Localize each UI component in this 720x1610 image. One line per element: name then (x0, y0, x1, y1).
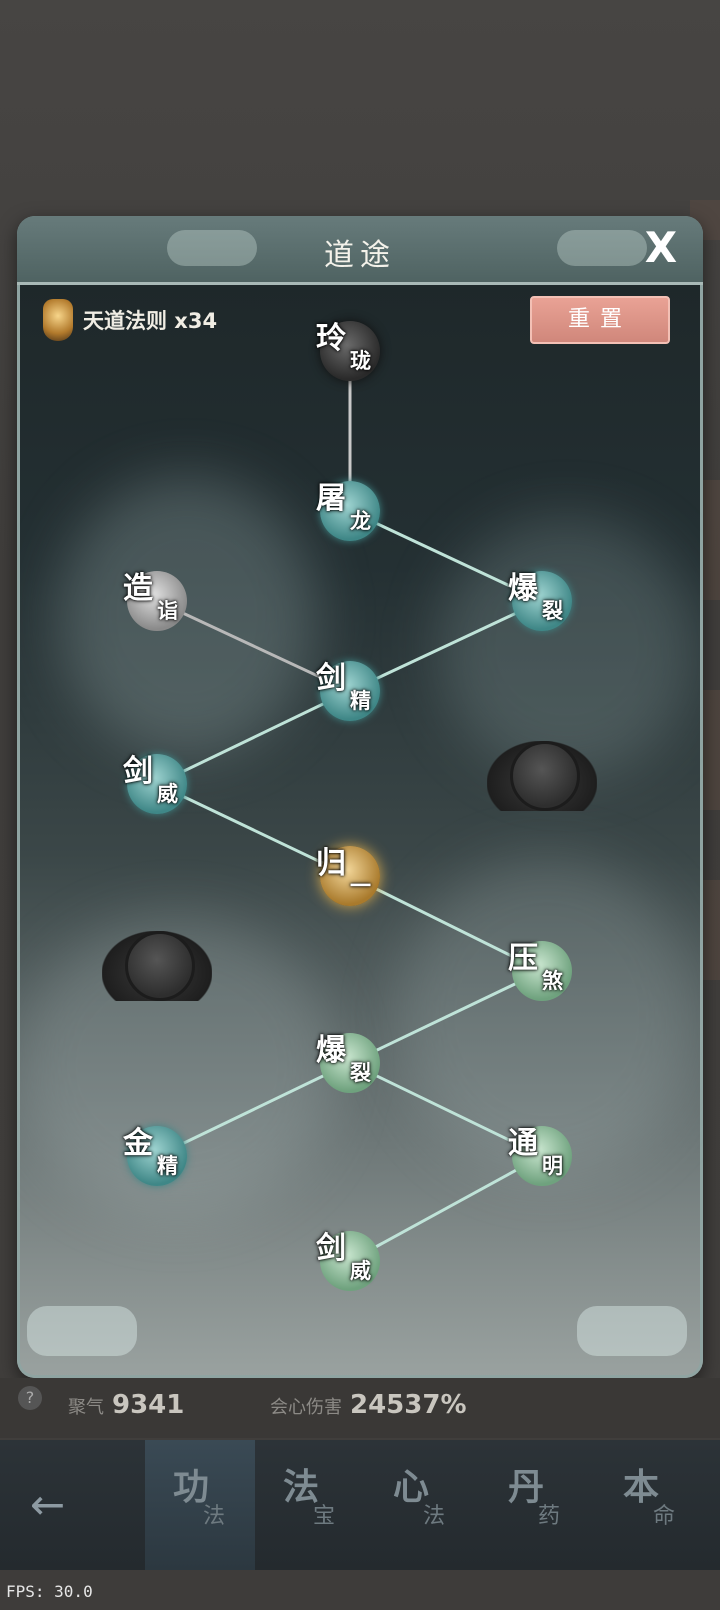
node-char: 裂 (350, 1060, 371, 1085)
stats-bar: ? 聚气 9341 会心伤害 24537% (0, 1378, 720, 1438)
tree-link (349, 969, 543, 1065)
node-char: 归 (316, 846, 346, 881)
crit-label: 会心伤害 (270, 1397, 342, 1418)
node-char: 爆 (316, 1033, 346, 1068)
skill-node-jianwei[interactable]: 剑 威 (123, 754, 187, 814)
locked-orb (510, 741, 580, 811)
node-char: 明 (542, 1153, 563, 1178)
node-char: 压 (508, 941, 538, 976)
node-char: 剑 (123, 754, 153, 789)
tab-danyao[interactable]: 丹 药 (480, 1440, 590, 1570)
skill-node-baolie-2[interactable]: 爆 裂 (316, 1033, 380, 1093)
tree-link (156, 1061, 351, 1158)
node-char: 诣 (157, 598, 178, 623)
cloud-ornament (577, 1306, 687, 1356)
skill-node-zaoyi[interactable]: 造 诣 (123, 571, 187, 631)
cloud-ornament (27, 1306, 137, 1356)
tab-char: 宝 (313, 1504, 336, 1529)
node-char: 威 (157, 781, 178, 806)
node-char: 珑 (350, 348, 371, 373)
node-char: 剑 (316, 661, 346, 696)
skill-node-jianjing[interactable]: 剑 精 (316, 661, 380, 721)
node-char: 精 (350, 688, 371, 713)
node-char: 裂 (542, 598, 563, 623)
crit-stat: 会心伤害 24537% (270, 1390, 467, 1420)
skill-node-tongming[interactable]: 通 明 (508, 1126, 572, 1186)
locked-node-slot[interactable] (487, 731, 597, 821)
tab-char: 法 (203, 1504, 226, 1529)
locked-node-slot[interactable] (102, 921, 212, 1011)
qi-value: 9341 (112, 1390, 185, 1420)
locked-orb (125, 931, 195, 1001)
qi-label: 聚气 (68, 1397, 104, 1418)
tree-link (349, 599, 543, 693)
node-char: 精 (157, 1153, 178, 1178)
node-char: 爆 (508, 571, 538, 606)
qi-stat: 聚气 9341 (68, 1390, 184, 1420)
tree-link (349, 1154, 543, 1263)
skill-node-tulong[interactable]: 屠 龙 (316, 481, 380, 541)
node-char: 威 (350, 1258, 371, 1283)
crit-value: 24537% (350, 1390, 467, 1420)
tree-links (156, 351, 543, 1263)
node-char: 屠 (316, 481, 346, 516)
skill-node-yasha[interactable]: 压 煞 (508, 941, 572, 1001)
node-char: 剑 (316, 1231, 346, 1266)
dao-path-dialog: 道途 X 天道法则 x34 重置 玲 珑 屠 龙 造 诣 爆 裂 剑 精 剑 威… (17, 216, 703, 1378)
skill-node-linglong[interactable]: 玲 珑 (316, 321, 380, 381)
tab-xinfa[interactable]: 心 法 (365, 1440, 475, 1570)
tab-gongfa[interactable]: 功 法 (145, 1440, 255, 1570)
skill-node-baolie[interactable]: 爆 裂 (508, 571, 572, 631)
node-char: 一 (350, 873, 371, 898)
tree-link (156, 689, 351, 786)
skill-node-jinjing[interactable]: 金 精 (123, 1126, 187, 1186)
node-char: 金 (123, 1126, 153, 1161)
tab-benming[interactable]: 本 命 (595, 1440, 705, 1570)
node-char: 龙 (350, 508, 371, 533)
fps-counter: FPS: 30.0 (6, 1582, 93, 1601)
tab-char: 法 (423, 1504, 446, 1529)
left-arrow-icon[interactable]: ← (30, 1480, 90, 1529)
skill-node-guiyi[interactable]: 归 一 (316, 846, 380, 906)
tab-fabao[interactable]: 法 宝 (255, 1440, 365, 1570)
node-char: 通 (508, 1126, 538, 1161)
tab-char: 药 (538, 1504, 561, 1529)
node-char: 造 (123, 571, 153, 606)
skill-node-jianwei-2[interactable]: 剑 威 (316, 1231, 380, 1291)
help-icon[interactable]: ? (18, 1386, 42, 1410)
node-char: 玲 (316, 321, 346, 356)
bottom-nav: ← 功 法 法 宝 心 法 丹 药 本 命 (0, 1440, 720, 1570)
node-char: 煞 (542, 968, 563, 993)
tab-char: 命 (653, 1504, 676, 1529)
